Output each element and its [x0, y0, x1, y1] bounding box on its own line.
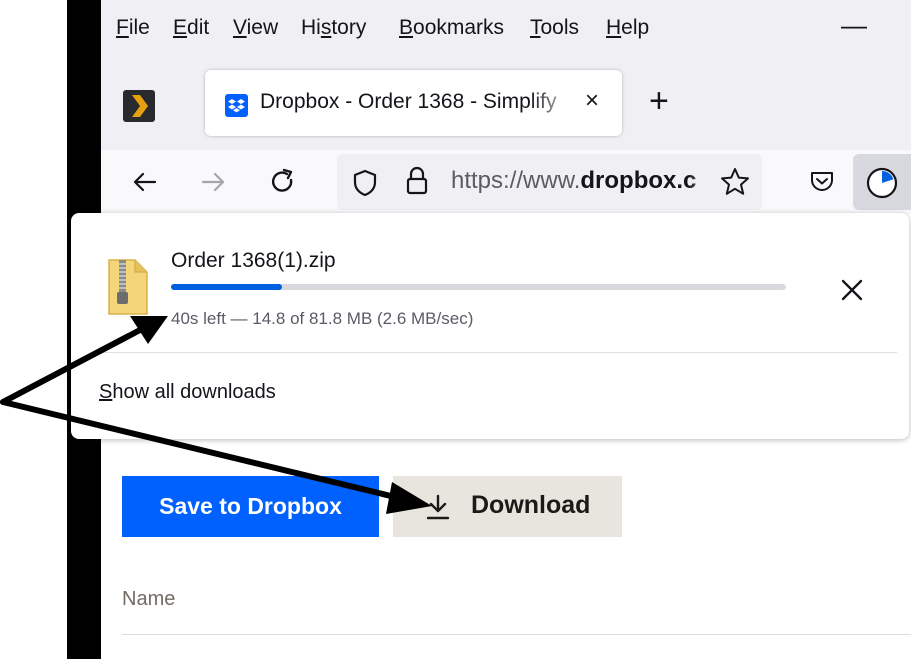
download-file-name: Order 1368(1).zip	[171, 249, 336, 272]
header-divider	[122, 634, 911, 635]
save-to-dropbox-button[interactable]: Save to Dropbox	[122, 476, 379, 537]
show-all-downloads-button[interactable]: Show all downloads	[99, 381, 276, 404]
url-text[interactable]: https://www.dropbox.c	[451, 167, 721, 201]
panel-divider	[101, 352, 897, 353]
minimize-button[interactable]: —	[841, 10, 867, 41]
reload-icon	[271, 168, 293, 192]
tab-bar: Dropbox - Order 1368 - Simplify × +	[101, 62, 911, 142]
plex-icon[interactable]	[123, 90, 155, 122]
downloads-button[interactable]	[853, 154, 911, 210]
download-button-label: Download	[471, 491, 591, 519]
zip-file-icon	[105, 258, 149, 316]
url-bar[interactable]: https://www.dropbox.c	[337, 154, 762, 210]
menu-bar: File Edit View History Bookmarks Tools H…	[101, 8, 911, 48]
menu-history[interactable]: History	[301, 16, 366, 40]
menu-view[interactable]: View	[233, 16, 278, 40]
download-progress-bar	[171, 284, 786, 290]
lock-icon[interactable]	[403, 164, 431, 198]
tab-close-button[interactable]: ×	[585, 87, 599, 115]
forward-button[interactable]	[193, 162, 233, 202]
forward-arrow-icon	[201, 172, 225, 192]
new-tab-button[interactable]: +	[649, 84, 669, 118]
menu-bookmarks[interactable]: Bookmarks	[399, 16, 504, 40]
close-icon	[841, 279, 863, 301]
download-icon	[426, 494, 450, 520]
shield-icon[interactable]	[351, 168, 379, 198]
downloads-progress-icon	[865, 166, 899, 200]
screenshot: File Edit View History Bookmarks Tools H…	[0, 0, 911, 659]
pocket-icon[interactable]	[807, 166, 837, 196]
menu-tools[interactable]: Tools	[530, 16, 579, 40]
menu-help[interactable]: Help	[606, 16, 649, 40]
name-column-header[interactable]: Name	[122, 588, 175, 611]
download-button[interactable]: Download	[393, 476, 622, 537]
tab-title: Dropbox - Order 1368 - Simplify	[260, 90, 557, 113]
cancel-download-button[interactable]	[837, 275, 867, 305]
back-button[interactable]	[125, 162, 165, 202]
download-status: 40s left — 14.8 of 81.8 MB (2.6 MB/sec)	[171, 309, 474, 328]
menu-edit[interactable]: Edit	[173, 16, 209, 40]
downloads-panel: Order 1368(1).zip 40s left — 14.8 of 81.…	[71, 213, 909, 439]
browser-chrome: File Edit View History Bookmarks Tools H…	[101, 0, 911, 214]
reload-button[interactable]	[263, 162, 303, 202]
download-progress-fill	[171, 284, 283, 290]
star-icon[interactable]	[719, 166, 751, 198]
menu-file[interactable]: File	[116, 16, 150, 40]
dropbox-favicon	[225, 94, 248, 117]
back-arrow-icon	[133, 172, 157, 192]
tab-dropbox[interactable]: Dropbox - Order 1368 - Simplify ×	[205, 70, 622, 136]
navigation-toolbar: https://www.dropbox.c	[101, 150, 911, 214]
